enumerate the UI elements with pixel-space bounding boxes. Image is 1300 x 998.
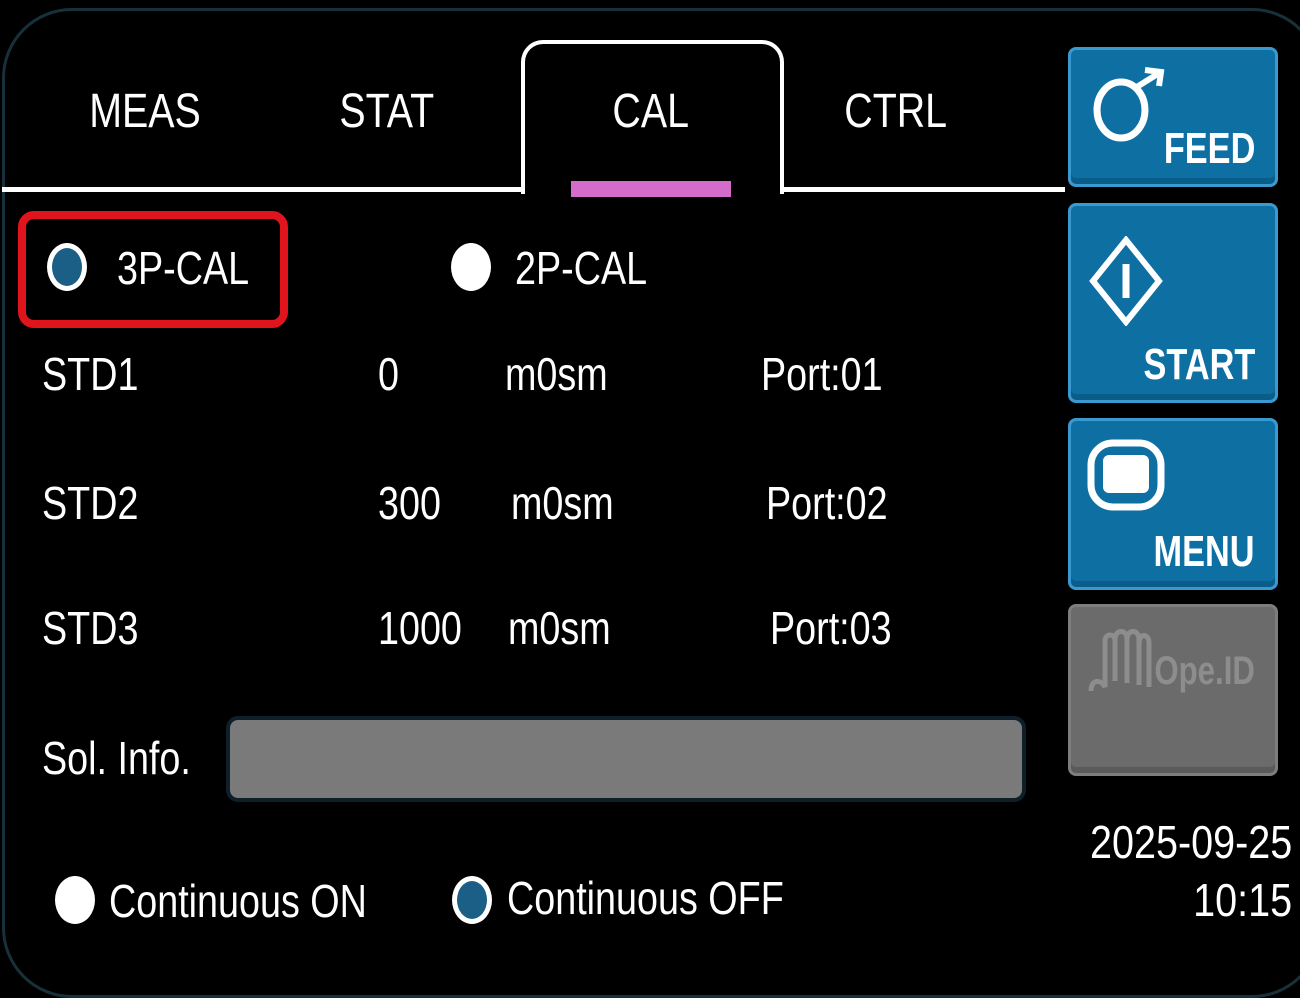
radio-3p-cal-label[interactable]: 3P-CAL	[117, 240, 249, 296]
start-diamond-icon	[1089, 236, 1163, 326]
menu-button[interactable]: MENU	[1068, 418, 1278, 590]
sol-info-field[interactable]	[226, 716, 1026, 802]
radio-continuous-off[interactable]	[452, 876, 492, 924]
std2-value[interactable]: 300	[378, 475, 441, 531]
std3-name: STD3	[42, 602, 139, 654]
std1-unit: m0sm	[505, 348, 608, 400]
menu-screen-icon	[1087, 439, 1165, 511]
menu-label: MENU	[1153, 527, 1255, 576]
sol-info-label: Sol. Info.	[42, 732, 191, 784]
radio-continuous-on[interactable]	[55, 876, 95, 924]
tab-stat[interactable]: STAT	[297, 82, 477, 142]
std1-value[interactable]: 0	[378, 346, 399, 402]
std2-unit: m0sm	[511, 477, 614, 529]
tab-divider-left	[2, 187, 522, 192]
tab-divider-right	[782, 187, 1065, 192]
radio-2p-cal[interactable]	[451, 243, 491, 291]
start-label: START	[1143, 340, 1255, 389]
std3-port[interactable]: Port:03	[770, 600, 892, 656]
radio-continuous-on-label[interactable]: Continuous ON	[109, 873, 367, 929]
feed-icon	[1093, 67, 1165, 142]
operator-id-label: Ope.ID	[1154, 649, 1255, 693]
feed-button[interactable]: FEED	[1068, 47, 1278, 187]
status-date: 2025-09-25	[1089, 816, 1292, 868]
feed-label: FEED	[1163, 124, 1255, 173]
std3-unit: m0sm	[508, 602, 611, 654]
tab-cal[interactable]: CAL	[561, 82, 741, 142]
start-button[interactable]: START	[1068, 203, 1278, 403]
operator-id-button[interactable]: Ope.ID	[1068, 604, 1278, 776]
tab-ctrl[interactable]: CTRL	[806, 82, 986, 142]
std2-name: STD2	[42, 477, 139, 529]
radio-3p-cal[interactable]	[47, 243, 87, 291]
status-time: 10:15	[1192, 874, 1292, 926]
tab-meas[interactable]: MEAS	[55, 82, 235, 142]
radio-2p-cal-label[interactable]: 2P-CAL	[515, 240, 647, 296]
std1-name: STD1	[42, 348, 139, 400]
operator-hand-icon	[1088, 629, 1152, 692]
radio-continuous-off-label[interactable]: Continuous OFF	[507, 870, 784, 926]
std2-port[interactable]: Port:02	[766, 475, 888, 531]
active-tab-indicator	[571, 181, 731, 197]
std1-port[interactable]: Port:01	[761, 346, 883, 402]
std3-value[interactable]: 1000	[378, 600, 462, 656]
